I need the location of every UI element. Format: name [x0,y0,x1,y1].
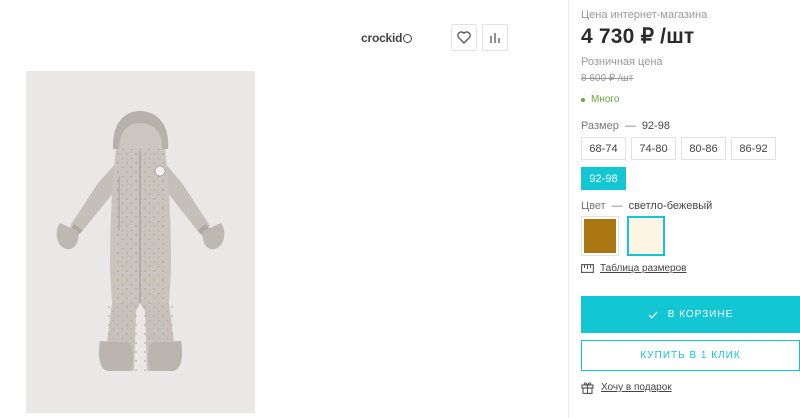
gift-wish-label: Хочу в подарок [601,382,672,393]
size-table-link[interactable]: Таблица размеров [581,263,686,274]
size-options: 68-74 74-80 80-86 86-92 92-98 [581,137,791,190]
ruler-icon [581,264,594,273]
brand-logo-mark [403,33,413,43]
size-table-label: Таблица размеров [600,263,687,274]
color-swatch-light-beige[interactable] [627,216,665,256]
size-selected-value: 92-98 [641,120,670,132]
size-dash: — [624,120,636,132]
gift-icon [581,382,594,394]
compare-icon [490,32,500,43]
product-image[interactable] [26,71,255,413]
product-gallery-area: crockid [0,0,568,418]
stock-status: Много [581,94,619,105]
retail-price-label: Розничная цена [581,56,663,68]
color-swatches [581,216,665,256]
compare-button[interactable] [482,24,508,51]
online-price: 4 730 ₽ /шт [581,25,695,48]
size-selected-row: Размер — 92-98 [581,120,670,132]
size-label: Размер [581,120,619,132]
gift-wish-link[interactable]: Хочу в подарок [581,381,672,394]
retail-price: 8 600 ₽ /шт [581,73,634,84]
stock-label: Много [591,94,620,105]
brand-name: crockid [361,31,403,45]
color-selected-row: Цвет — светло-бежевый [581,200,712,212]
color-swatch-mustard[interactable] [581,216,619,256]
size-option-selected[interactable]: 92-98 [581,167,626,190]
in-cart-label: В КОРЗИНЕ [667,309,734,320]
brand-logo[interactable]: crockid [361,31,413,45]
size-option[interactable]: 80-86 [681,137,726,160]
size-option[interactable]: 86-92 [731,137,776,160]
online-price-label: Цена интернет-магазина [581,9,708,21]
column-divider [568,0,569,418]
heart-icon [457,31,471,44]
snowsuit-illustration [56,111,225,371]
buy-one-click-button[interactable]: КУПИТЬ В 1 КЛИК [581,340,800,371]
swatch-fill [630,219,662,253]
size-option[interactable]: 68-74 [581,137,626,160]
stock-dot [581,97,585,102]
check-icon [648,311,658,319]
favorite-button[interactable] [451,24,477,51]
color-selected-value: светло-бежевый [628,200,713,212]
swatch-fill [584,219,616,253]
color-label: Цвет [581,200,606,212]
color-dash: — [611,200,623,212]
size-option[interactable]: 74-80 [631,137,676,160]
in-cart-button[interactable]: В КОРЗИНЕ [581,296,800,333]
